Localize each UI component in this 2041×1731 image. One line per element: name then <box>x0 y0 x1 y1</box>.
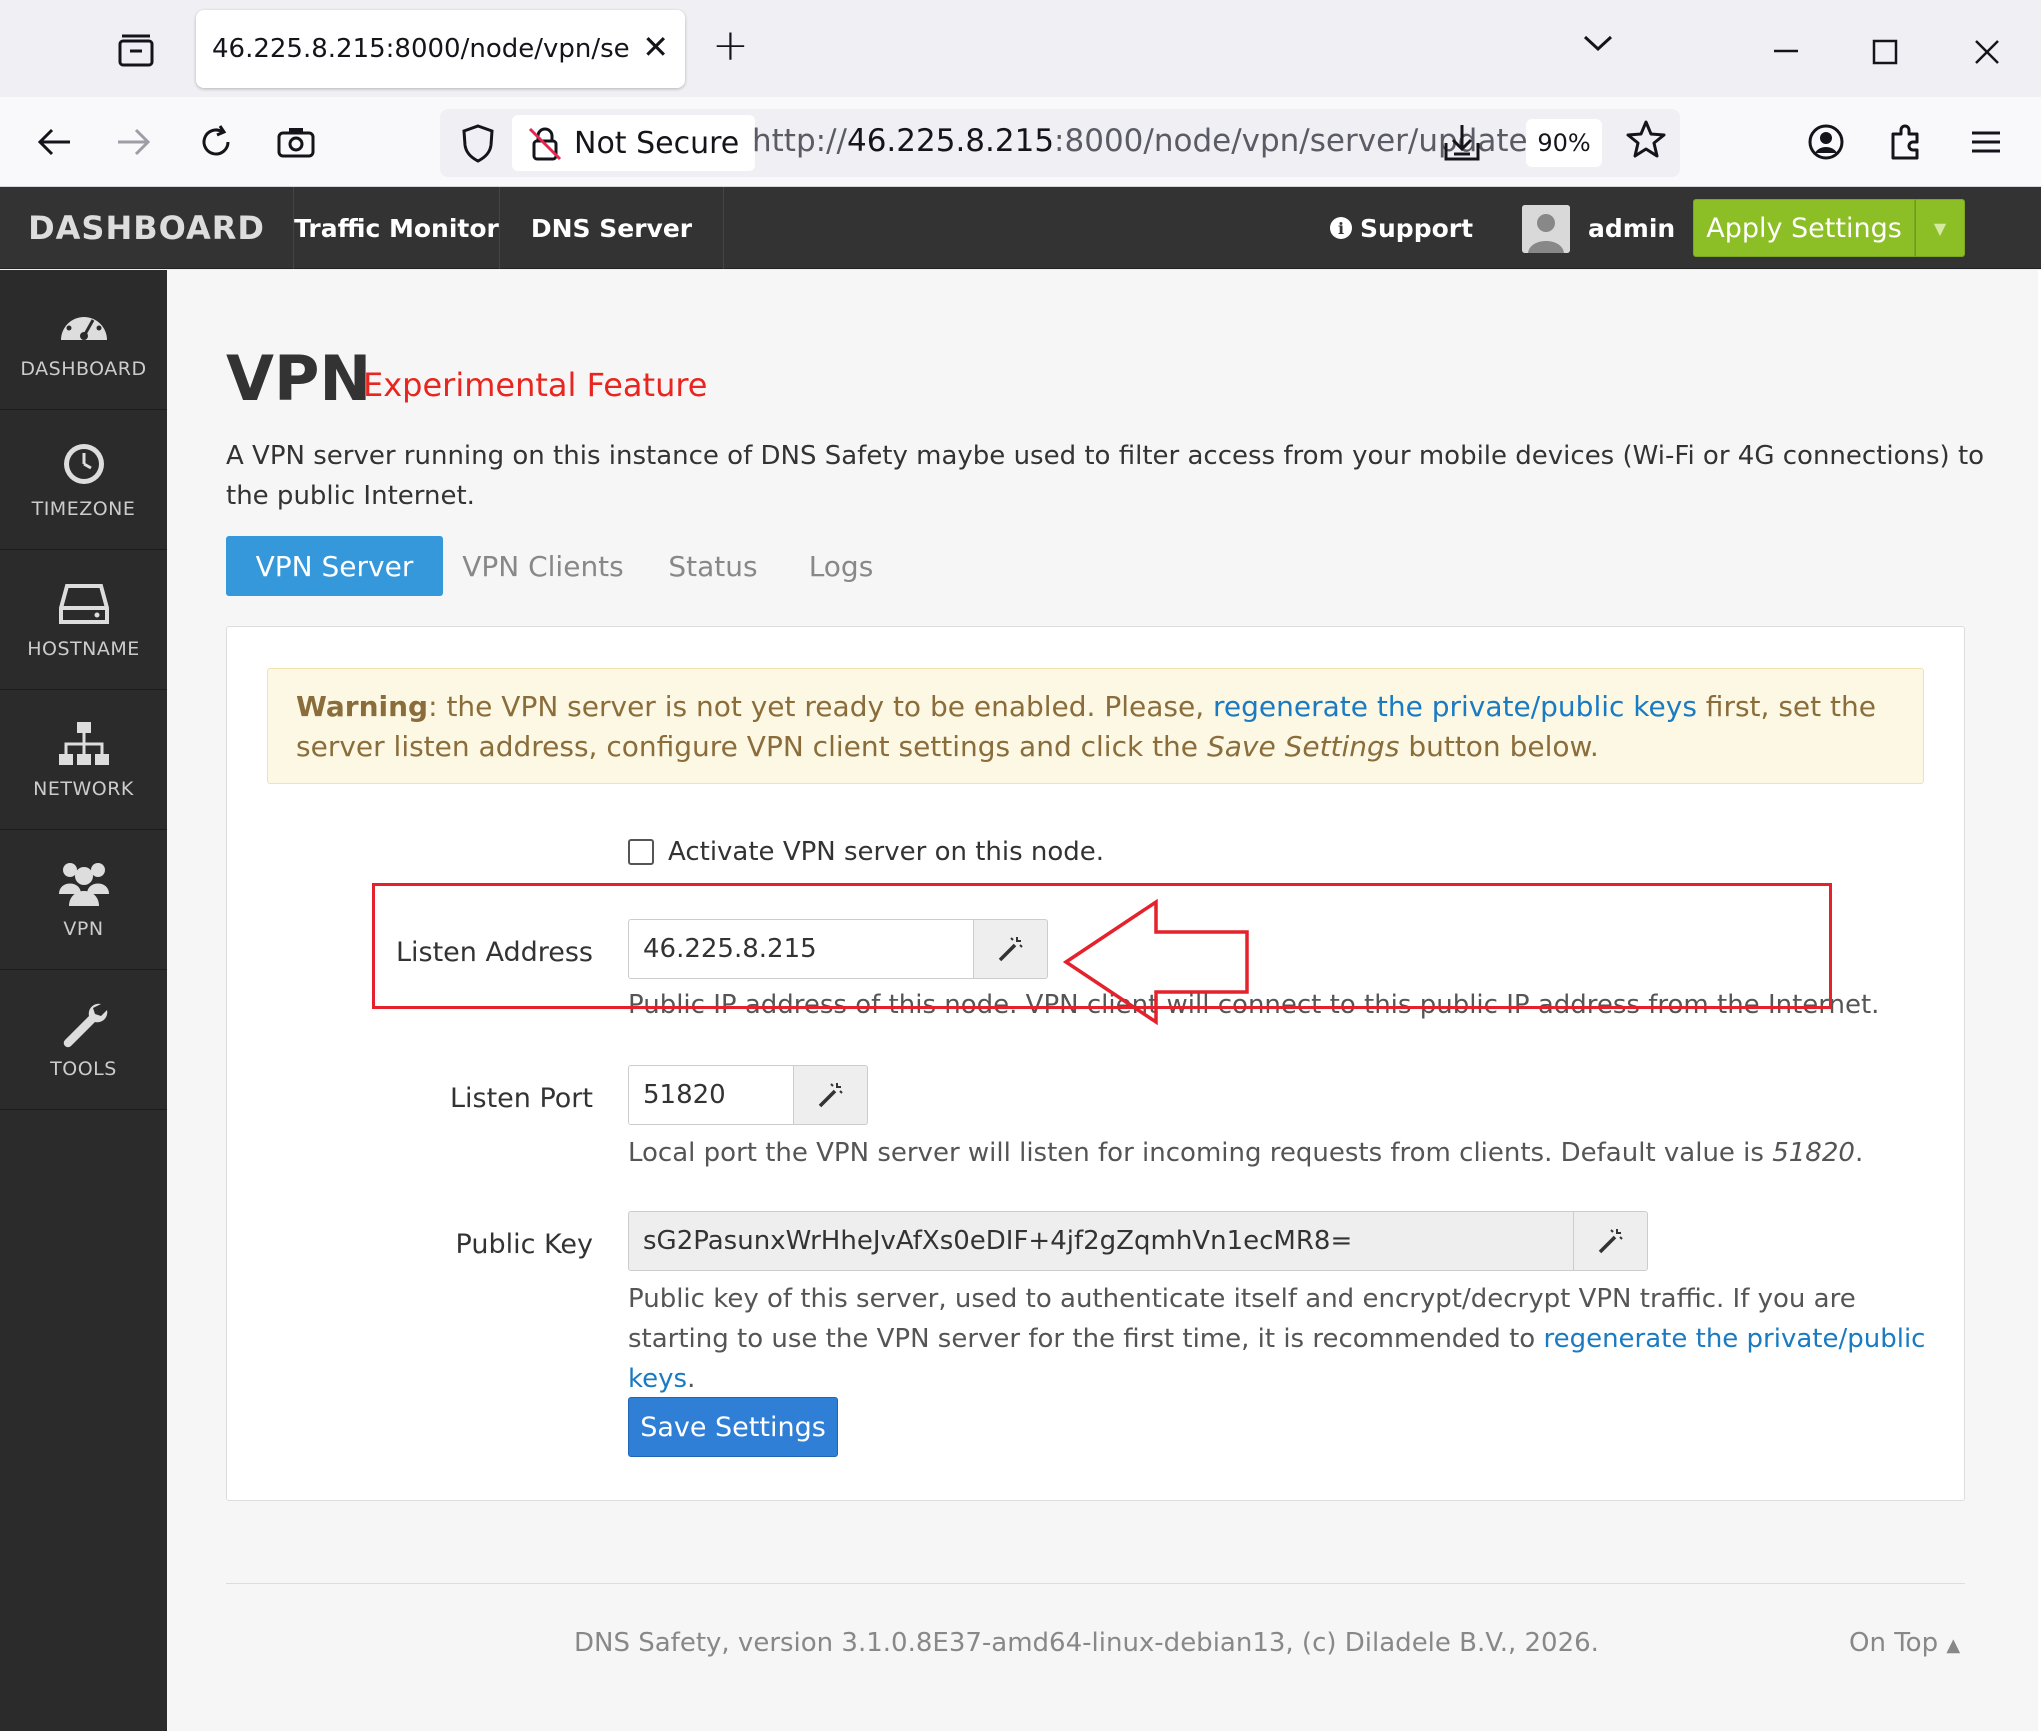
public-key-help-end: . <box>687 1364 696 1394</box>
close-tab-icon[interactable]: ✕ <box>642 28 669 66</box>
insecure-lock-icon <box>528 127 562 161</box>
support-label: Support <box>1360 213 1474 243</box>
sitemap-icon <box>58 721 109 765</box>
support-link[interactable]: i Support <box>1330 187 1473 269</box>
vpn-server-panel: Warning: the VPN server is not yet ready… <box>226 626 1965 1501</box>
magic-wand-icon <box>818 1083 843 1108</box>
warning-emphasis: Save Settings <box>1206 730 1400 763</box>
sidebar-item-hostname[interactable]: HOSTNAME <box>0 550 167 690</box>
activate-vpn-row[interactable]: Activate VPN server on this node. <box>628 837 1104 867</box>
nav-dns-server[interactable]: DNS Server <box>500 187 724 269</box>
new-tab-icon[interactable]: + <box>712 20 749 71</box>
back-arrow-icon[interactable] <box>30 119 78 165</box>
sidebar-label: HOSTNAME <box>27 637 140 660</box>
nav-traffic-monitor[interactable]: Traffic Monitor <box>294 187 500 269</box>
tab-vpn-clients[interactable]: VPN Clients <box>443 536 643 596</box>
tab-title: 46.225.8.215:8000/node/vpn/server/update <box>212 34 632 64</box>
url-text[interactable]: http://46.225.8.215:8000/node/vpn/server… <box>752 123 1528 159</box>
forward-arrow-icon[interactable] <box>110 119 158 165</box>
footer-version: DNS Safety, version 3.1.0.8E37-amd64-lin… <box>574 1628 1599 1658</box>
warning-text: : the VPN server is not yet ready to be … <box>428 690 1213 723</box>
save-settings-button[interactable]: Save Settings <box>628 1397 838 1457</box>
on-top-link[interactable]: On Top ▲ <box>1849 1628 1960 1658</box>
clock-icon <box>63 443 104 484</box>
tab-list-icon[interactable] <box>112 28 160 72</box>
sidebar-item-network[interactable]: NETWORK <box>0 690 167 830</box>
dashboard-gauge-icon <box>60 308 107 340</box>
not-secure-label: Not Secure <box>574 125 740 161</box>
sidebar-label: TIMEZONE <box>31 497 136 520</box>
maximize-window-icon[interactable] <box>1872 34 1898 74</box>
public-key-help: Public key of this server, used to authe… <box>628 1279 1928 1399</box>
browser-tab-active[interactable]: 46.225.8.215:8000/node/vpn/server/update… <box>196 10 685 88</box>
on-top-label: On Top <box>1849 1628 1939 1658</box>
page-description: A VPN server running on this instance of… <box>226 441 1985 511</box>
sidebar-label: VPN <box>63 917 104 940</box>
warning-strong: Warning <box>296 690 429 723</box>
annotation-arrow-icon <box>1062 898 1249 1026</box>
listen-port-default-value: 51820 <box>1772 1138 1855 1168</box>
warning-alert: Warning: the VPN server is not yet ready… <box>267 668 1924 784</box>
browser-tab-bar: 46.225.8.215:8000/node/vpn/server/update… <box>0 0 2041 97</box>
sidebar-label: TOOLS <box>50 1057 117 1080</box>
user-name[interactable]: admin <box>1588 187 1675 269</box>
app-header: DASHBOARD Traffic Monitor DNS Server i S… <box>0 187 2041 269</box>
warning-text: button below. <box>1399 730 1599 763</box>
hard-drive-icon <box>58 583 109 624</box>
apply-settings-button[interactable]: Apply Settings <box>1693 199 1915 257</box>
not-secure-indicator[interactable]: Not Secure <box>512 115 756 171</box>
page-title: VPN <box>226 342 372 415</box>
minimize-window-icon[interactable] <box>1772 26 1800 66</box>
activate-vpn-checkbox[interactable] <box>628 839 654 865</box>
extensions-puzzle-icon[interactable] <box>1882 119 1930 165</box>
listen-port-help-end: . <box>1854 1138 1864 1168</box>
tab-status[interactable]: Status <box>643 536 783 596</box>
save-to-disk-icon[interactable] <box>1440 121 1484 165</box>
sidebar-label: NETWORK <box>33 777 134 800</box>
sidebar-item-vpn[interactable]: VPN <box>0 830 167 970</box>
url-prefix: http:// <box>752 123 847 159</box>
sidebar-item-timezone[interactable]: TIMEZONE <box>0 410 167 550</box>
listen-port-wand-button[interactable] <box>794 1065 868 1125</box>
listen-port-help: Local port the VPN server will listen fo… <box>628 1133 1928 1173</box>
sidebar-item-tools[interactable]: TOOLS <box>0 970 167 1110</box>
account-icon[interactable] <box>1802 119 1850 165</box>
magic-wand-icon <box>1598 1229 1623 1254</box>
listen-port-input[interactable]: 51820 <box>628 1065 794 1125</box>
screenshot-camera-icon[interactable] <box>272 119 320 165</box>
public-key-label: Public Key <box>455 1229 593 1260</box>
avatar[interactable] <box>1522 205 1570 253</box>
browser-nav-bar: Not Secure http://46.225.8.215:8000/node… <box>0 97 2041 187</box>
tab-logs[interactable]: Logs <box>783 536 899 596</box>
hamburger-menu-icon[interactable] <box>1962 119 2010 165</box>
tab-vpn-server[interactable]: VPN Server <box>226 536 443 596</box>
users-icon <box>58 862 109 906</box>
reload-icon[interactable] <box>192 119 240 165</box>
url-host: 46.225.8.215 <box>846 123 1055 159</box>
chevron-up-icon: ▲ <box>1946 1635 1961 1656</box>
brand-link[interactable]: DASHBOARD <box>0 187 294 269</box>
listen-port-label: Listen Port <box>449 1083 593 1114</box>
sidebar: DASHBOARD TIMEZONE HOSTNAME NETWORK VPN … <box>0 270 167 1731</box>
public-key-wand-button[interactable] <box>1574 1211 1648 1271</box>
sidebar-item-dashboard[interactable]: DASHBOARD <box>0 270 167 410</box>
url-bar[interactable]: Not Secure http://46.225.8.215:8000/node… <box>440 109 1680 177</box>
close-window-icon[interactable] <box>1974 34 2000 74</box>
activate-vpn-label: Activate VPN server on this node. <box>668 837 1105 867</box>
regenerate-keys-link[interactable]: regenerate the private/public keys <box>1213 690 1697 723</box>
zoom-level-indicator[interactable]: 90% <box>1526 119 1602 167</box>
apply-settings-dropdown-caret-icon[interactable]: ▼ <box>1915 199 1965 257</box>
bookmark-star-icon[interactable] <box>1626 119 1666 169</box>
footer-divider <box>226 1583 1965 1584</box>
experimental-feature-label: Experimental Feature <box>363 366 708 404</box>
wrench-icon <box>63 1003 107 1047</box>
tracking-protection-shield-icon[interactable] <box>456 121 500 165</box>
sidebar-label: DASHBOARD <box>20 357 147 380</box>
list-all-tabs-chevron-icon[interactable] <box>1582 22 1614 62</box>
listen-port-help-text: Local port the VPN server will listen fo… <box>628 1138 1773 1168</box>
public-key-input[interactable]: sG2PasunxWrHheJvAfXs0eDIF+4jf2gZqmhVn1ec… <box>628 1211 1574 1271</box>
info-icon: i <box>1330 217 1352 239</box>
